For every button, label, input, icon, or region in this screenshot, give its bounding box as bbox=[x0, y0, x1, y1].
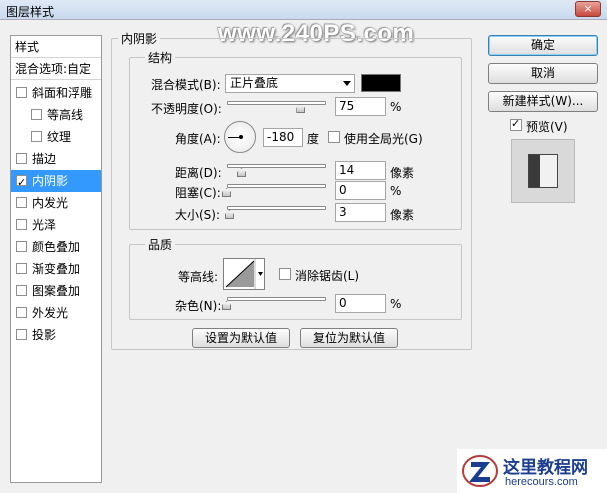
checkbox-stroke[interactable] bbox=[16, 153, 27, 164]
noise-input[interactable]: 0 bbox=[335, 294, 386, 313]
check-icon: ✓ bbox=[511, 117, 521, 130]
choke-slider-track[interactable] bbox=[227, 184, 326, 188]
angle-input[interactable]: -180 bbox=[263, 128, 303, 147]
antialias-label: 消除锯齿(L) bbox=[295, 269, 360, 283]
style-item-label: 纹理 bbox=[47, 130, 72, 144]
style-item-color-overlay[interactable]: 颜色叠加 bbox=[11, 236, 101, 258]
choke-label: 阻塞(C): bbox=[175, 186, 221, 200]
style-item-label: 光泽 bbox=[32, 218, 57, 232]
style-item-pattern-overlay[interactable]: 图案叠加 bbox=[11, 280, 101, 302]
blend-mode-select[interactable]: 正片叠底 bbox=[225, 74, 355, 93]
style-item-label: 等高线 bbox=[47, 108, 84, 122]
quality-title: 品质 bbox=[145, 236, 176, 253]
style-item-label: 投影 bbox=[32, 328, 57, 342]
ok-button[interactable]: 确定 bbox=[488, 35, 598, 56]
checkbox-inner-shadow[interactable] bbox=[16, 172, 27, 194]
style-item-stroke[interactable]: 描边 bbox=[11, 148, 101, 170]
new-style-button[interactable]: 新建样式(W)... bbox=[488, 91, 598, 112]
opacity-input[interactable]: 75 bbox=[335, 97, 386, 116]
choke-unit: % bbox=[390, 184, 402, 198]
checkbox-pattern-overlay[interactable] bbox=[16, 285, 27, 296]
make-default-button[interactable]: 设置为默认值 bbox=[192, 328, 290, 348]
angle-dial[interactable] bbox=[224, 121, 256, 153]
style-item-outer-glow[interactable]: 外发光 bbox=[11, 302, 101, 324]
structure-title: 结构 bbox=[145, 49, 176, 66]
style-item-inner-glow[interactable]: 内发光 bbox=[11, 192, 101, 214]
noise-slider-track[interactable] bbox=[227, 297, 326, 301]
style-item-label: 颜色叠加 bbox=[32, 240, 81, 254]
style-item-label: 内阴影 bbox=[32, 174, 69, 188]
logo-title: 这里教程网 bbox=[503, 458, 588, 478]
style-item-label: 描边 bbox=[32, 152, 57, 166]
blend-mode-label: 混合模式(B): bbox=[151, 78, 221, 92]
distance-label: 距离(D): bbox=[175, 166, 222, 180]
antialias-checkbox[interactable] bbox=[279, 268, 291, 280]
checkbox-outer-glow[interactable] bbox=[16, 307, 27, 318]
checkbox-texture[interactable] bbox=[31, 131, 42, 142]
style-item-contour[interactable]: 等高线 bbox=[11, 104, 101, 126]
angle-unit: 度 bbox=[307, 132, 320, 146]
angle-label: 角度(A): bbox=[175, 132, 221, 146]
size-input[interactable]: 3 bbox=[335, 203, 386, 222]
global-light-label: 使用全局光(G) bbox=[344, 132, 423, 146]
blend-options-item[interactable]: 混合选项:自定 bbox=[11, 58, 101, 80]
style-item-label: 斜面和浮雕 bbox=[32, 86, 93, 100]
noise-label: 杂色(N): bbox=[175, 299, 222, 313]
style-item-label: 外发光 bbox=[32, 306, 69, 320]
opacity-slider-track[interactable] bbox=[227, 101, 326, 105]
style-item-bevel-emboss[interactable]: 斜面和浮雕 bbox=[11, 82, 101, 104]
preview-checkbox[interactable]: ✓ bbox=[510, 117, 522, 131]
checkbox-bevel-emboss[interactable] bbox=[16, 87, 27, 98]
distance-input[interactable]: 14 bbox=[335, 161, 386, 180]
style-item-satin[interactable]: 光泽 bbox=[11, 214, 101, 236]
style-item-label: 图案叠加 bbox=[32, 284, 81, 298]
noise-unit: % bbox=[390, 297, 402, 311]
checkbox-inner-glow[interactable] bbox=[16, 197, 27, 208]
contour-label: 等高线: bbox=[178, 270, 219, 284]
style-item-drop-shadow[interactable]: 投影 bbox=[11, 324, 101, 346]
style-item-label: 内发光 bbox=[32, 196, 69, 210]
logo-z-icon bbox=[462, 455, 498, 487]
preview-label: 预览(V) bbox=[526, 120, 568, 134]
contour-curve-icon bbox=[225, 259, 263, 289]
style-item-label: 渐变叠加 bbox=[32, 262, 81, 276]
contour-picker[interactable] bbox=[223, 258, 265, 290]
cancel-button[interactable]: 取消 bbox=[488, 63, 598, 84]
checkbox-color-overlay[interactable] bbox=[16, 241, 27, 252]
window-title: 图层样式 bbox=[6, 5, 55, 19]
size-unit: 像素 bbox=[390, 208, 415, 222]
opacity-label: 不透明度(O): bbox=[151, 102, 222, 116]
inner-shadow-title: 内阴影 bbox=[118, 30, 161, 47]
checkbox-contour[interactable] bbox=[31, 109, 42, 120]
size-label: 大小(S): bbox=[175, 208, 221, 222]
reset-default-button[interactable]: 复位为默认值 bbox=[300, 328, 398, 348]
preview-swatch bbox=[528, 154, 558, 188]
style-item-inner-shadow[interactable]: 内阴影 bbox=[11, 170, 101, 194]
blend-mode-value: 正片叠底 bbox=[230, 76, 279, 90]
checkbox-satin[interactable] bbox=[16, 219, 27, 230]
style-item-texture[interactable]: 纹理 bbox=[11, 126, 101, 148]
style-item-gradient-overlay[interactable]: 渐变叠加 bbox=[11, 258, 101, 280]
checkbox-gradient-overlay[interactable] bbox=[16, 263, 27, 274]
global-light-checkbox[interactable] bbox=[328, 131, 340, 143]
checkbox-drop-shadow[interactable] bbox=[16, 329, 27, 340]
distance-unit: 像素 bbox=[390, 166, 415, 180]
style-preview-thumbnail bbox=[511, 139, 575, 203]
styles-header[interactable]: 样式 bbox=[11, 36, 101, 58]
shadow-color-swatch[interactable] bbox=[361, 74, 401, 92]
size-slider-track[interactable] bbox=[227, 206, 326, 210]
distance-slider-track[interactable] bbox=[227, 164, 326, 168]
title-bar: 图层样式 × bbox=[0, 0, 607, 20]
site-logo: 这里教程网 herecours.com bbox=[457, 449, 607, 493]
angle-dial-center bbox=[239, 135, 243, 139]
close-button[interactable]: × bbox=[575, 1, 601, 17]
style-list: 样式 混合选项:自定 斜面和浮雕 等高线 纹理 描边 内阴影 内发光 光泽 颜色… bbox=[10, 35, 102, 483]
opacity-unit: % bbox=[390, 100, 402, 114]
logo-url: herecours.com bbox=[505, 476, 578, 488]
choke-input[interactable]: 0 bbox=[335, 181, 386, 200]
chevron-down-icon bbox=[343, 81, 351, 86]
